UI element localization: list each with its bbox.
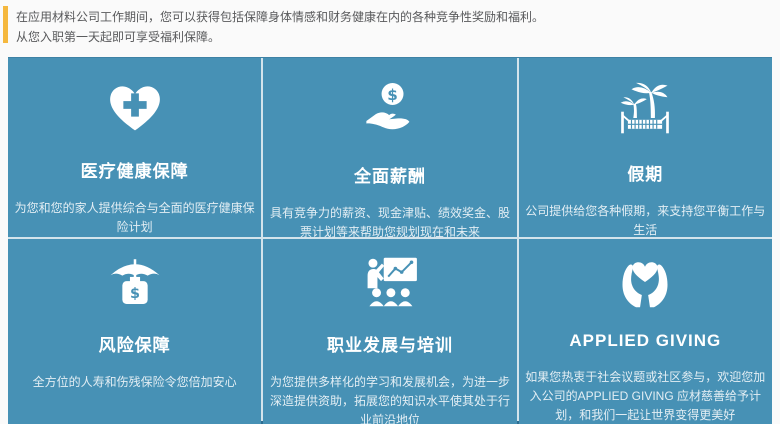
card-body: 公司提供给您各种假期，来支持您平衡工作与生活 <box>521 202 769 240</box>
card-vacation: 假期 公司提供给您各种假期，来支持您平衡工作与生活 <box>519 58 772 237</box>
card-medical-coverage: 医疗健康保障 为您和您的家人提供综合与全面的医疗健康保险计划 <box>8 58 261 237</box>
card-body: 为您提供多样化的学习和发展机会，为进一步深造提供资助，拓展您的知识水平使其处于行… <box>266 373 514 424</box>
card-body: 具有竞争力的薪资、现金津贴、绩效奖金、股票计划等来帮助您规划现在和未来 <box>266 204 514 242</box>
intro-line-2: 从您入职第一天起即可享受福利保障。 <box>16 27 770 47</box>
gold-accent-bar <box>3 6 8 43</box>
medical-heart-cross-icon <box>107 82 163 133</box>
card-title: 职业发展与培训 <box>327 331 453 356</box>
card-title: 假期 <box>627 160 663 185</box>
card-total-rewards: $ 全面薪酬 具有竞争力的薪资、现金津贴、绩效奖金、股票计划等来帮助您规划现在和… <box>263 58 516 237</box>
card-title: 医疗健康保障 <box>81 157 189 182</box>
training-presentation-icon <box>361 253 419 311</box>
umbrella-moneybag-icon: $ <box>108 253 162 311</box>
benefits-grid: 医疗健康保障 为您和您的家人提供综合与全面的医疗健康保险计划 $ 全面薪酬 具有… <box>8 57 772 424</box>
card-applied-giving: APPLIED GIVING 如果您热衷于社会议题或社区参与，欢迎您加入公司的A… <box>519 239 772 424</box>
card-title: APPLIED GIVING <box>569 331 721 351</box>
intro-line-1: 在应用材料公司工作期间，您可以获得包括保障身体情感和财务健康在内的各种竞争性奖励… <box>16 7 770 27</box>
palm-trees-hammock-icon <box>616 82 674 136</box>
card-body: 全方位的人寿和伤残保险令您倍加安心 <box>11 373 259 392</box>
svg-text:$: $ <box>130 286 140 302</box>
svg-text:$: $ <box>387 86 398 104</box>
benefits-intro: 在应用材料公司工作期间，您可以获得包括保障身体情感和财务健康在内的各种竞争性奖励… <box>0 0 780 50</box>
hand-dollar-coin-icon: $ <box>363 82 417 138</box>
card-body: 为您和您的家人提供综合与全面的医疗健康保险计划 <box>11 199 259 237</box>
hands-holding-heart-icon <box>616 253 674 311</box>
card-risk-protection: $ 风险保障 全方位的人寿和伤残保险令您倍加安心 <box>8 239 261 424</box>
card-body: 如果您热衷于社会议题或社区参与，欢迎您加入公司的APPLIED GIVING 应… <box>521 368 769 424</box>
card-title: 全面薪酬 <box>354 162 426 187</box>
card-title: 风险保障 <box>99 331 171 356</box>
card-career-development: 职业发展与培训 为您提供多样化的学习和发展机会，为进一步深造提供资助，拓展您的知… <box>263 239 516 424</box>
